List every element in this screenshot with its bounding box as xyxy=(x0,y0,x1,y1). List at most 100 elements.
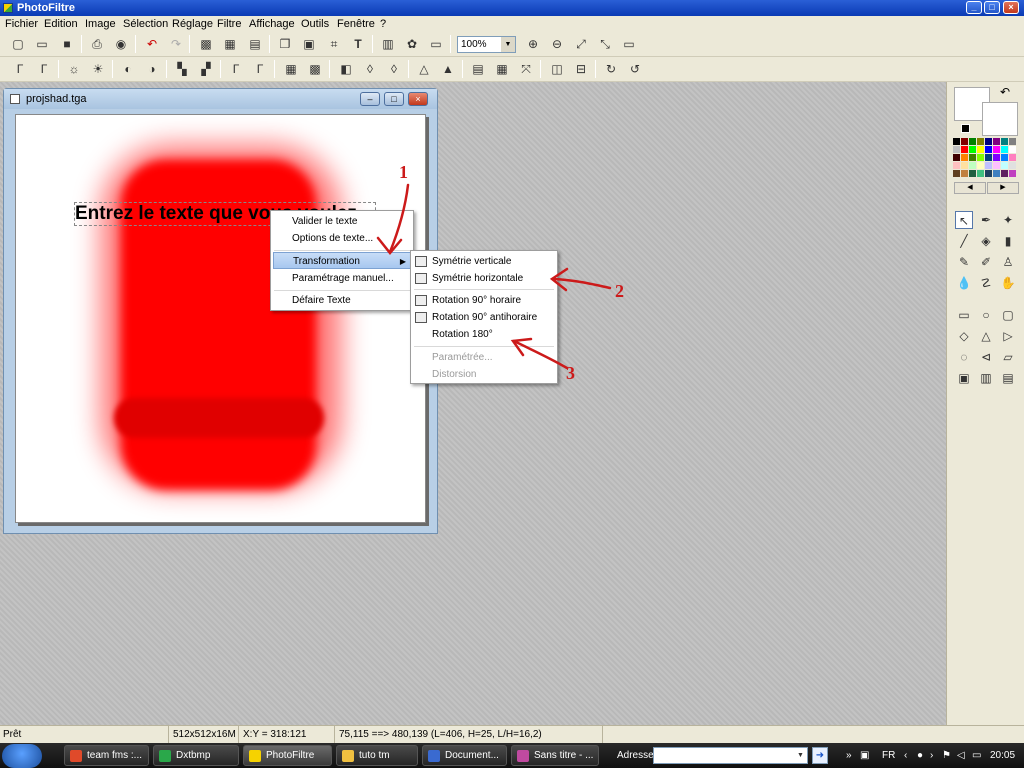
palette-swatch[interactable] xyxy=(1009,162,1016,169)
volume-icon[interactable]: ◁ xyxy=(957,743,965,768)
palette-swatch[interactable] xyxy=(953,146,960,153)
palette-swatch[interactable] xyxy=(961,154,968,161)
palette-swatch[interactable] xyxy=(1009,146,1016,153)
palette-swatch[interactable] xyxy=(985,170,992,177)
expand-toolbar-icon[interactable]: » xyxy=(846,743,852,768)
browser-icon xyxy=(70,750,82,762)
palette-swatch[interactable] xyxy=(953,170,960,177)
stamp-tool-icon[interactable]: ♙ xyxy=(999,253,1017,271)
triangle-shape-icon[interactable]: △ xyxy=(977,327,995,345)
status-bar: Prêt 512x512x16M X:Y = 318:121 75,115 ==… xyxy=(0,725,1024,744)
palette-swatch[interactable] xyxy=(985,146,992,153)
spray-tool-icon[interactable]: ▮ xyxy=(999,232,1017,250)
palette-swatch[interactable] xyxy=(985,154,992,161)
palette-swatch[interactable] xyxy=(969,162,976,169)
palette-swatch[interactable] xyxy=(1001,162,1008,169)
palette-swatch[interactable] xyxy=(961,138,968,145)
palette-swatch[interactable] xyxy=(985,138,992,145)
start-button[interactable] xyxy=(2,744,42,768)
magic-wand-tool-icon[interactable]: ✦ xyxy=(999,211,1017,229)
eyedropper-tool-icon[interactable]: ✒ xyxy=(977,211,995,229)
palette-swatch[interactable] xyxy=(969,138,976,145)
palette-swatch[interactable] xyxy=(1009,170,1016,177)
palette-swatch[interactable] xyxy=(977,162,984,169)
diamond-shape-icon[interactable]: ◇ xyxy=(955,327,973,345)
open-shape-icon[interactable]: ▱ xyxy=(999,348,1017,366)
palette-swatch[interactable] xyxy=(969,146,976,153)
palette-swatch[interactable] xyxy=(961,170,968,177)
palette-swatch[interactable] xyxy=(1009,138,1016,145)
palette-swatch[interactable] xyxy=(1009,154,1016,161)
palette-swatch[interactable] xyxy=(977,170,984,177)
rectangle-shape-icon[interactable]: ▭ xyxy=(955,306,973,324)
quick-launch-icon[interactable]: ▣ xyxy=(860,743,869,768)
task-tuto-tm[interactable]: tuto tm xyxy=(336,745,418,766)
go-arrow-icon[interactable]: ➜ xyxy=(812,747,828,764)
smudge-tool-icon[interactable]: ☡ xyxy=(977,274,995,292)
palette-swatch[interactable] xyxy=(961,162,968,169)
palette-swatch[interactable] xyxy=(1001,146,1008,153)
rounded-rect-shape-icon[interactable]: ▢ xyxy=(999,306,1017,324)
tray-expand-icon[interactable]: › xyxy=(930,743,933,768)
palette-swatch[interactable] xyxy=(993,162,1000,169)
language-indicator[interactable]: FR xyxy=(882,743,895,768)
blur-tool-icon[interactable]: 💧 xyxy=(955,274,973,292)
palette-swatch[interactable] xyxy=(961,146,968,153)
clock: 20:05 xyxy=(990,750,1016,761)
annotation-arrows xyxy=(376,183,612,370)
palette-swatch[interactable] xyxy=(985,162,992,169)
brush-tool-icon[interactable]: ✎ xyxy=(955,253,973,271)
palette-swatch[interactable] xyxy=(993,154,1000,161)
image-size: 512x512x16M xyxy=(168,726,236,744)
palette-swatch[interactable] xyxy=(1001,154,1008,161)
swap-colors-icon[interactable]: ↶ xyxy=(1000,85,1010,99)
task-label: Dxtbmp xyxy=(176,750,211,761)
select-row-icon[interactable]: ▤ xyxy=(999,369,1017,387)
folder-icon xyxy=(342,750,354,762)
palette-swatch[interactable] xyxy=(1001,138,1008,145)
palette-swatch[interactable] xyxy=(969,170,976,177)
task-label: Sans titre - ... xyxy=(534,750,594,761)
address-input[interactable]: ▼ xyxy=(653,747,808,764)
task-dxtbmp[interactable]: Dxtbmp xyxy=(153,745,239,766)
hand-tool-icon[interactable]: ✋ xyxy=(999,274,1017,292)
cursor-coords: X:Y = 318:121 xyxy=(238,726,306,744)
palette-swatch[interactable] xyxy=(953,162,960,169)
reset-colors-icon[interactable] xyxy=(961,124,970,133)
palette-next-icon[interactable]: ▶ xyxy=(987,182,1019,194)
background-color[interactable] xyxy=(982,102,1018,136)
palette-swatch[interactable] xyxy=(993,138,1000,145)
advanced-brush-tool-icon[interactable]: ✐ xyxy=(977,253,995,271)
palette-swatch[interactable] xyxy=(969,154,976,161)
palette-swatch[interactable] xyxy=(977,154,984,161)
fill-tool-icon[interactable]: ◈ xyxy=(977,232,995,250)
task-photofiltre[interactable]: PhotoFiltre xyxy=(243,745,332,766)
palette-swatch[interactable] xyxy=(993,146,1000,153)
ellipse-shape-icon[interactable]: ○ xyxy=(977,306,995,324)
palette-swatch[interactable] xyxy=(953,138,960,145)
pointer-tool-icon[interactable]: ↖ xyxy=(955,211,973,229)
select-all-icon[interactable]: ▣ xyxy=(955,369,973,387)
task-sans-titre[interactable]: Sans titre - ... xyxy=(511,745,599,766)
polygon-lasso-icon[interactable]: ⊲ xyxy=(977,348,995,366)
palette-swatch[interactable] xyxy=(953,154,960,161)
palette-swatch[interactable] xyxy=(1001,170,1008,177)
task-label: tuto tm xyxy=(359,750,390,761)
chevron-down-icon: ▼ xyxy=(797,752,804,759)
palette-prev-icon[interactable]: ◀ xyxy=(954,182,986,194)
palette-swatch[interactable] xyxy=(977,138,984,145)
palette-swatch[interactable] xyxy=(977,146,984,153)
lasso-icon[interactable]: ◌ xyxy=(955,348,973,366)
line-tool-icon[interactable]: ╱ xyxy=(955,232,973,250)
display-icon[interactable]: ▭ xyxy=(972,743,981,768)
color-palette[interactable] xyxy=(953,138,1019,178)
tray-arrow-icon[interactable]: ‹ xyxy=(904,743,907,768)
palette-swatch[interactable] xyxy=(993,170,1000,177)
triangle-right-shape-icon[interactable]: ▷ xyxy=(999,327,1017,345)
task-document[interactable]: Document... xyxy=(422,745,507,766)
network-icon[interactable]: ● xyxy=(917,743,923,768)
security-icon[interactable]: ⚑ xyxy=(942,743,951,768)
selection-info: 75,115 ==> 480,139 (L=406, H=25, L/H=16,… xyxy=(334,726,542,744)
select-column-icon[interactable]: ▥ xyxy=(977,369,995,387)
task-team-fms[interactable]: team fms :... xyxy=(64,745,149,766)
